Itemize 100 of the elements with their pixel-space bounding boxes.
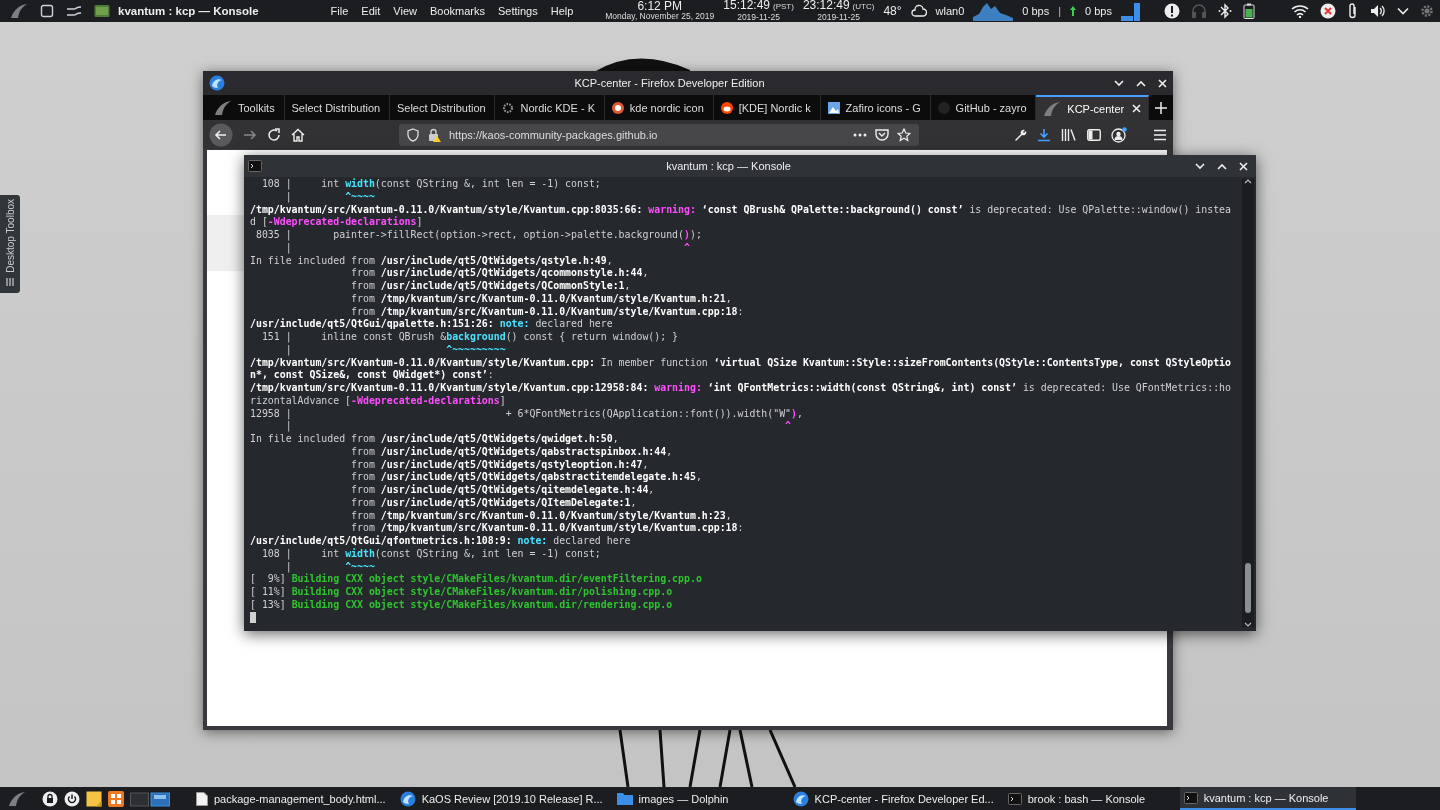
close-icon[interactable] (1158, 78, 1167, 88)
minimize-icon[interactable] (1114, 79, 1124, 87)
time-zone: (UTC) (852, 2, 875, 12)
terminal-icon (248, 160, 262, 172)
library-icon[interactable] (1061, 127, 1077, 142)
network-interface: wlan0 (935, 5, 965, 17)
desktop-pager[interactable] (130, 790, 170, 807)
forward-icon[interactable] (243, 128, 257, 141)
terminal-icon (94, 4, 110, 18)
window-title: kvantum : kcp — Konsole (118, 5, 259, 17)
terminal-line: from /usr/include/qt5/QtWidgets/qabstractspinbox.h:44, (350, 445, 674, 459)
terminal-line: rizontalAdvance [-Wdeprecated-declarations] (250, 394, 507, 408)
menu-item[interactable]: Settings (498, 5, 538, 17)
back-icon[interactable] (209, 122, 233, 147)
wing-icon[interactable] (10, 3, 28, 19)
menu-item[interactable]: Bookmarks (429, 5, 485, 17)
paperclip-icon[interactable] (1347, 3, 1359, 19)
menu-item[interactable]: View (393, 5, 417, 17)
terminal-icon (1183, 791, 1198, 804)
terminal-line: 8035 | painter->fillRect(option->rect, option->palette.background()); (254, 229, 703, 242)
clock-time: 23:12:49 (802, 0, 850, 10)
maximize-icon[interactable] (1217, 162, 1227, 170)
volume-icon[interactable] (1370, 4, 1386, 18)
pocket-icon[interactable] (875, 128, 889, 141)
task-button[interactable]: kvantum : kcp — Konsole (1179, 787, 1356, 810)
maximize-icon[interactable] (1136, 79, 1146, 87)
alert-icon[interactable] (1164, 3, 1180, 19)
clock-time: 15:12:49 (723, 0, 770, 10)
terminal-line: from /tmp/kvantum/src/Kvantum-0.11.0/Kvantum/style/Kvantum.cpp:18: (350, 522, 745, 535)
terminal-line: /usr/include/qt5/QtGui/qpalette.h:151:26: note: declared here (250, 318, 614, 331)
page-icon (196, 791, 208, 806)
terminal-line: | ^ (284, 241, 691, 255)
account-icon[interactable] (1111, 126, 1127, 143)
menu-item[interactable]: Help (550, 5, 574, 17)
download-rate: 0 bps (1022, 5, 1050, 17)
plus-icon[interactable] (1155, 101, 1167, 114)
bluetooth-icon[interactable] (1218, 3, 1232, 19)
settings-icon[interactable] (1420, 4, 1434, 18)
terminal-line: In file included from /usr/include/qt5/QtWidgets/qwidget.h:50, (250, 433, 620, 446)
meter-icon (1121, 1, 1141, 21)
task-button[interactable]: KCP-center - Firefox Developer Ed... (788, 787, 1004, 810)
firefox-icon (792, 790, 809, 807)
terminal-line: from /tmp/kvantum/src/Kvantum-0.11.0/Kvantum/style/Kvantum.h:23, (350, 509, 733, 523)
traffic-graph (973, 1, 1014, 21)
terminal-line: [ 11%] Building CXX object style/CMakeFiles/kvantum.dir/polishing.cpp.o (250, 586, 674, 599)
terminal-line: /tmp/kvantum/src/Kvantum-0.11.0/Kvantum/style/Kvantum.cpp: In member function ‘virtual QSize Kvantum::Style::sizeFromContents(QStyle::ContentsType, const QStyleOptio (250, 356, 1232, 369)
circle-icon (611, 101, 624, 114)
task-button[interactable]: brook : bash — Konsole (1003, 787, 1180, 810)
sidebar-icon[interactable] (1087, 128, 1101, 141)
minimize-icon[interactable] (1195, 162, 1205, 170)
wifi-icon[interactable] (1291, 4, 1309, 18)
wave-icon[interactable] (66, 4, 82, 18)
lock-icon[interactable] (42, 790, 58, 807)
clock-time: 6:12 PM (637, 1, 683, 11)
scroll-bar[interactable] (1242, 179, 1254, 627)
wing-icon[interactable] (8, 790, 26, 807)
cloud-icon[interactable] (910, 4, 927, 18)
star-icon[interactable] (897, 127, 911, 142)
task-button[interactable]: images — Dolphin (612, 787, 789, 810)
terminal-line: 12958 | + 6*QFontMetrics(QApplication::font()).width("W"), (250, 407, 804, 421)
time-zone: (PST) (773, 2, 794, 12)
download-icon[interactable] (1037, 127, 1051, 142)
wing-icon[interactable] (1043, 100, 1062, 117)
wing-icon[interactable] (214, 99, 232, 116)
lock-warning-icon[interactable] (427, 127, 441, 142)
chevron-down-icon[interactable] (1397, 7, 1409, 15)
wrench-icon[interactable] (1013, 127, 1027, 142)
more-icon[interactable] (853, 132, 867, 137)
clock-date: 2019-11-25 (817, 12, 861, 22)
home-icon[interactable] (291, 127, 305, 142)
terminal-line: from /tmp/kvantum/src/Kvantum-0.11.0/Kvantum/style/Kvantum.h:21, (350, 292, 733, 306)
temperature: 48° (883, 4, 902, 18)
window-icon[interactable] (40, 4, 54, 18)
firefox-icon (209, 75, 225, 91)
error-icon[interactable] (1320, 3, 1336, 19)
terminal-line: /tmp/kvantum/src/Kvantum-0.11.0/Kvantum/style/Kvantum.cpp:8035:66: warning: ‘const QBrush& QPalette::background() const’ is deprecated: Use QPalette::window() instea (250, 203, 1232, 216)
menu-item[interactable]: File (330, 5, 349, 17)
terminal-line: [ 13%] Building CXX object style/CMakeFiles/kvantum.dir/rendering.cpp.o (250, 598, 674, 612)
terminal-line: In file included from /usr/include/qt5/QtWidgets/qstyle.h:49, (250, 254, 614, 267)
close-tab-icon[interactable] (1132, 104, 1141, 113)
shield-icon[interactable] (407, 127, 419, 142)
task-button[interactable]: KaOS Review [2019.10 Release] R... (395, 787, 613, 810)
terminal-line: 108 | int width(const QString &, int len = -1) const; (260, 178, 602, 191)
separator: | (1058, 5, 1062, 17)
browser-tab[interactable]: KCP-center (1036, 95, 1149, 120)
terminal-line: from /usr/include/qt5/QtWidgets/qcommonstyle.h:44, (350, 267, 650, 280)
menu-item[interactable]: Edit (361, 5, 381, 17)
battery-icon[interactable] (1243, 3, 1255, 19)
close-icon[interactable] (1239, 161, 1248, 171)
address-bar[interactable]: https://kaos-community-packages.github.io (399, 123, 919, 146)
window-title: kvantum : kcp — Konsole (665, 160, 792, 172)
power-icon[interactable] (64, 790, 80, 807)
clock-date: Monday, November 25, 2019 (605, 11, 715, 21)
terminal-line: /usr/include/qt5/QtGui/qfontmetrics.h:108:9: note: declared here (250, 535, 632, 548)
note-icon[interactable] (86, 790, 102, 807)
task-button[interactable]: package-management_body.html... (192, 787, 396, 810)
terminal-line: | ^ (284, 420, 793, 433)
grid-icon[interactable] (108, 790, 124, 807)
terminal-line: /tmp/kvantum/src/Kvantum-0.11.0/Kvantum/style/Kvantum.cpp:12958:84: warning: ‘int QFontMetrics::width(const QString&, int) const’ is deprecated: Use QFontMetrics::ho (250, 382, 1232, 395)
reload-icon[interactable] (267, 127, 281, 142)
